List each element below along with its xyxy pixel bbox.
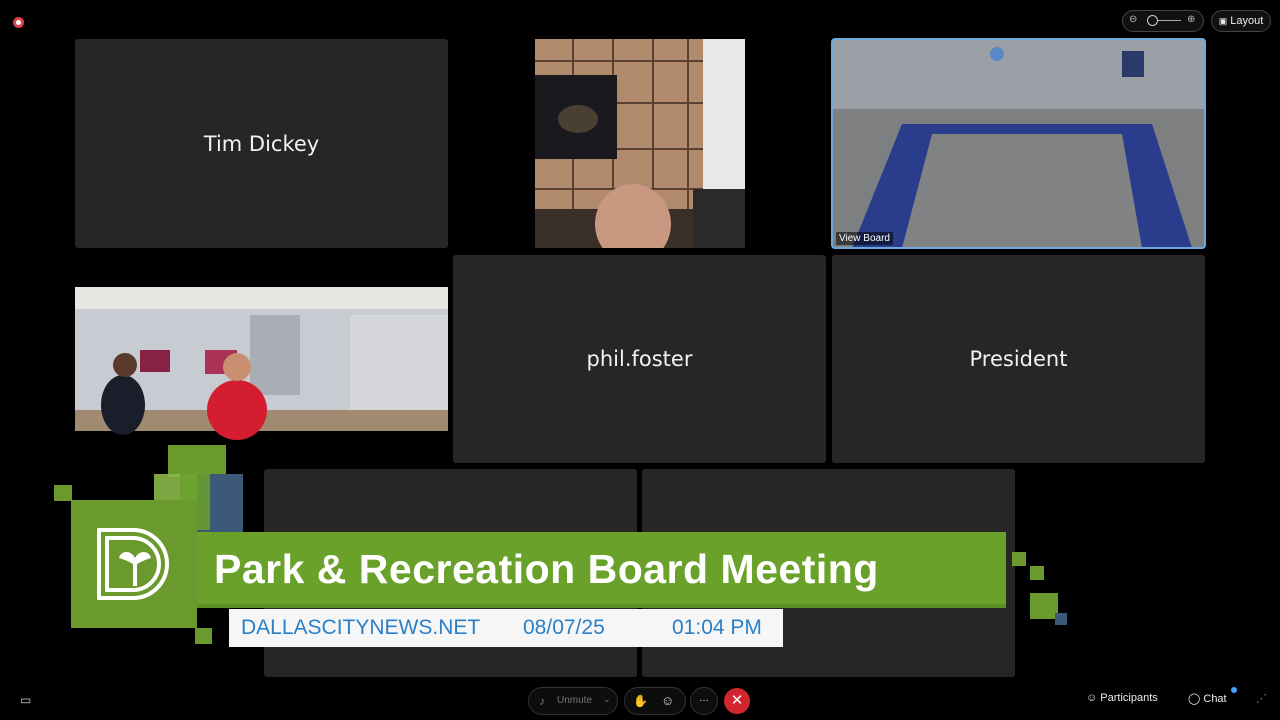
- decor-square: [1030, 566, 1044, 580]
- participant-name: President: [969, 347, 1068, 371]
- chat-button[interactable]: ◯ Chat: [1188, 692, 1227, 705]
- leave-button[interactable]: ✕: [724, 688, 750, 714]
- decor-square: [168, 445, 226, 477]
- layout-icon: ▣: [1218, 16, 1228, 26]
- chat-notification-dot: [1231, 687, 1237, 693]
- video-tile-room-camera[interactable]: [75, 255, 448, 463]
- date: 08/07/25: [523, 616, 605, 639]
- participants-button[interactable]: ☺ Participants: [1086, 692, 1158, 704]
- record-icon: [13, 17, 24, 28]
- zoom-slider[interactable]: ⊖ ⊕: [1122, 10, 1204, 32]
- reactions-group: ✋ ☺: [624, 687, 686, 715]
- decor-square: [1030, 593, 1058, 619]
- resize-grip-icon[interactable]: ⋰: [1256, 692, 1267, 705]
- info-bar: DALLASCITYNEWS.NET 08/07/25 01:04 PM: [229, 609, 783, 647]
- participant-name: View Board: [836, 232, 893, 245]
- decor-square: [195, 628, 212, 644]
- chevron-down-icon[interactable]: ⌄: [603, 694, 611, 705]
- zoom-knob[interactable]: [1147, 15, 1158, 26]
- close-icon: ✕: [730, 692, 744, 709]
- video-tile-phil-foster[interactable]: phil.foster: [453, 255, 826, 463]
- decor-square: [1055, 613, 1067, 625]
- unmute-button[interactable]: ♪ Unmute ⌄: [528, 687, 618, 715]
- participant-video: [75, 287, 448, 440]
- reaction-icon[interactable]: ☺: [661, 693, 674, 708]
- participants-label: Participants: [1100, 692, 1158, 704]
- time: 01:04 PM: [672, 616, 762, 639]
- video-tile-board-room[interactable]: View Board: [831, 38, 1206, 249]
- zoom-out-icon[interactable]: ⊖: [1129, 14, 1137, 25]
- layout-button[interactable]: ▣ Layout: [1211, 10, 1271, 32]
- mic-off-icon: ♪: [539, 694, 545, 708]
- participant-video: [535, 39, 745, 248]
- decor-square: [54, 485, 72, 501]
- website: DALLASCITYNEWS.NET: [241, 616, 481, 639]
- video-tile-tim-dickey[interactable]: Tim Dickey: [75, 39, 448, 248]
- title-banner: Park & Recreation Board Meeting: [197, 532, 1006, 608]
- participant-name: phil.foster: [586, 347, 693, 371]
- meeting-title: Park & Recreation Board Meeting: [214, 546, 879, 592]
- video-tile-camera-man[interactable]: [453, 39, 826, 248]
- city-logo: [71, 500, 197, 628]
- zoom-in-icon[interactable]: ⊕: [1187, 14, 1195, 25]
- participant-name: Tim Dickey: [203, 131, 320, 156]
- hand-icon[interactable]: ✋: [633, 694, 648, 708]
- decor-square: [1012, 552, 1026, 566]
- unmute-label: Unmute: [557, 695, 593, 706]
- chat-icon: ◯: [1188, 693, 1201, 705]
- board-room-video: [832, 39, 1205, 248]
- participants-icon: ☺: [1086, 692, 1098, 704]
- more-icon[interactable]: …: [690, 687, 718, 715]
- video-tile-president[interactable]: President: [832, 255, 1205, 463]
- caption-icon[interactable]: ▭: [20, 693, 31, 707]
- chat-label: Chat: [1203, 693, 1227, 705]
- layout-label: Layout: [1230, 15, 1264, 27]
